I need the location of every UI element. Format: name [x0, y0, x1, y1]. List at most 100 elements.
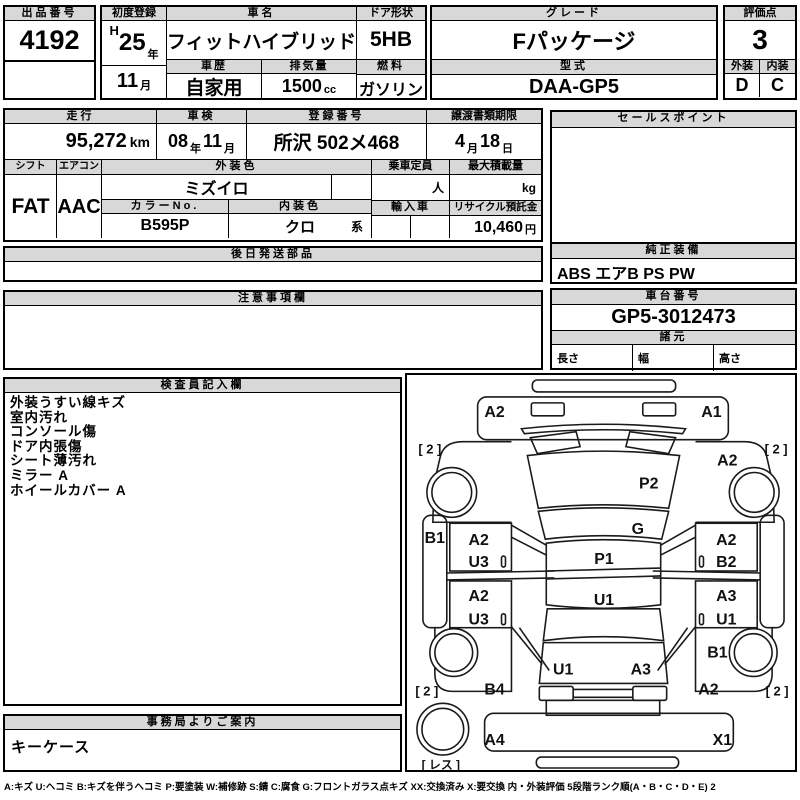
score-label: 評価点	[725, 7, 795, 21]
vehicle-info-box: 初度登録 H 25 年 11 月 車名 フィットハイブリッド 車歴 排気量 自家用	[100, 5, 427, 100]
score-box: 評価点 3 外装 内装 D C	[723, 5, 797, 100]
aircon-value: AAC	[57, 195, 101, 218]
car-name-value: フィットハイブリッド	[167, 21, 356, 60]
inspector-note: ミラー A	[10, 467, 69, 483]
chassis-number-label: 車台番号	[552, 290, 795, 305]
recycle-fee-value: 10,460 円	[474, 219, 536, 236]
diagram-label: U3	[468, 612, 488, 629]
diagram-label: [ 2 ]	[418, 442, 441, 457]
diagram-label: [ レス ]	[422, 758, 460, 770]
damage-diagram-box: A2 A1 [ 2 ] [ 2 ] A2 P2 G B1 A2 U3 P1 A2 B2 A2 U3 U1 A3 U…	[405, 373, 797, 772]
first-registration-month: 11 月	[116, 69, 152, 93]
specs-label: 諸元	[552, 331, 795, 345]
diagram-label: A2	[698, 681, 718, 698]
import-label: 輸入車	[372, 201, 449, 216]
capacity-value: 人	[372, 175, 449, 201]
tail-light-left	[538, 685, 574, 702]
inspection-label: 車検	[157, 110, 247, 124]
front-top-trim	[531, 379, 677, 393]
model-code-value: DAA-GP5	[528, 76, 619, 98]
auction-number-value: 4192	[5, 21, 94, 62]
registration-table: 走行 車検 登録番号 譲渡書類期限 95,272 km 08 年 11 月 所沢 502…	[3, 108, 543, 242]
diagram-label: X1	[713, 732, 733, 749]
interior-color-label: 内装色	[279, 200, 321, 212]
shift-value: FAT	[11, 195, 50, 218]
diagram-label: B4	[484, 681, 504, 698]
windshield	[537, 507, 670, 541]
diagram-label: B1	[707, 645, 727, 662]
interior-color-suffix: 系	[350, 219, 363, 234]
oem-equipment-value: ABS エアB PS PW	[557, 265, 695, 283]
mileage-value: 95,272 km	[5, 124, 157, 159]
office-box: 事務局よりご案内 キーケース	[3, 714, 402, 772]
diagram-label: A3	[631, 661, 651, 678]
shift-label: シフト	[5, 160, 56, 175]
inspector-note: ホイールカバー A	[10, 482, 127, 498]
legend-text: A:キズ U:ヘコミ B:キズを伴うヘコミ P:要塗装 W:補修跡 S:錆 C:…	[4, 782, 716, 793]
recycle-fee-label: リサイクル預託金	[450, 201, 541, 216]
width-label: 幅	[633, 345, 714, 371]
door-shape-value: 5HB	[357, 21, 425, 60]
car-name-label: 車名	[167, 7, 356, 21]
import-value-right	[411, 216, 450, 238]
diagram-label: A4	[484, 732, 504, 749]
score-value: 3	[725, 21, 795, 60]
diagram-label: U1	[716, 612, 736, 629]
fuel-label: 燃料	[357, 60, 425, 75]
chassis-box: 車台番号 GP5-3012473 諸元 長さ 幅 高さ	[550, 288, 797, 371]
color-no-value: B595P	[102, 214, 229, 238]
later-shipped-parts-label: 後日発送部品	[5, 248, 541, 262]
exterior-color-value: ミズイロ	[102, 175, 332, 199]
auction-number-label: 出品番号	[5, 7, 94, 21]
oem-equipment-label: 純正装備	[552, 244, 795, 259]
auction-number-box: 出品番号 4192	[3, 5, 96, 100]
color-no-label: カラーNo.	[102, 200, 229, 213]
first-registration-year: H 25 年	[102, 21, 166, 66]
diagram-label: G	[632, 521, 644, 538]
inspector-note: 室内汚れ	[10, 409, 68, 425]
diagram-label: U3	[468, 554, 488, 571]
transfer-deadline-value: 4 月 18 日	[454, 131, 514, 155]
diagram-label: P1	[594, 551, 614, 568]
capacity-label: 乗車定員	[372, 160, 449, 175]
exterior-color-label: 外装色	[102, 160, 371, 175]
side-sill-right	[759, 514, 785, 629]
rear-bumper	[483, 712, 735, 752]
displacement-label: 排気量	[262, 60, 356, 74]
inspector-notes: 外装うすい線キズ 室内汚れ コンソール傷 ドア内張傷 シート薄汚れ ミラー A ホイールカバ…	[5, 393, 400, 498]
diagram-label: A2	[717, 453, 737, 470]
exterior-grade-value: D	[725, 74, 760, 97]
length-label: 長さ	[552, 345, 633, 371]
rear-bottom-trim	[535, 756, 680, 769]
office-label: 事務局よりご案内	[5, 716, 400, 730]
diagram-label: B1	[425, 530, 445, 547]
history-label: 車歴	[167, 60, 262, 74]
notes-box: 注意事項欄	[3, 290, 543, 370]
inspector-note: コンソール傷	[10, 424, 97, 440]
grade-label: グレード	[432, 7, 716, 21]
inspector-box: 検査員記入欄 外装うすい線キズ 室内汚れ コンソール傷 ドア内張傷 シート薄汚れ ミラー …	[3, 377, 402, 706]
interior-grade-value: C	[771, 75, 784, 95]
diagram-label: B2	[716, 554, 736, 571]
inspector-label: 検査員記入欄	[5, 379, 400, 393]
sales-point-box: セールスポイント 純正装備 ABS エアB PS PW	[550, 110, 797, 284]
front-bumper	[476, 396, 730, 441]
import-value-left	[372, 216, 411, 238]
notes-label: 注意事項欄	[5, 292, 541, 306]
chassis-number-value: GP5-3012473	[552, 305, 795, 331]
diagram-label: [ 2 ]	[765, 442, 788, 457]
diagram-label: [ 2 ]	[766, 683, 789, 698]
diagram-label: A3	[716, 588, 736, 605]
sales-point-label: セールスポイント	[552, 112, 795, 128]
later-shipped-parts-box: 後日発送部品	[3, 246, 543, 282]
diagram-label: A1	[701, 404, 721, 421]
rear-window	[542, 608, 665, 642]
headlight-left	[529, 430, 582, 455]
auction-sheet: 出品番号 4192 初度登録 H 25 年 11 月 車名 フィットハイブリッド 車歴…	[0, 0, 800, 800]
exterior-color-extra	[332, 175, 371, 199]
history-value: 自家用	[167, 74, 262, 98]
inspector-note: 外装うすい線キズ	[10, 395, 126, 410]
displacement-value: 1500 cc	[281, 76, 337, 96]
headlight-right	[624, 430, 677, 455]
door-shape-label: ドア形状	[357, 7, 425, 21]
